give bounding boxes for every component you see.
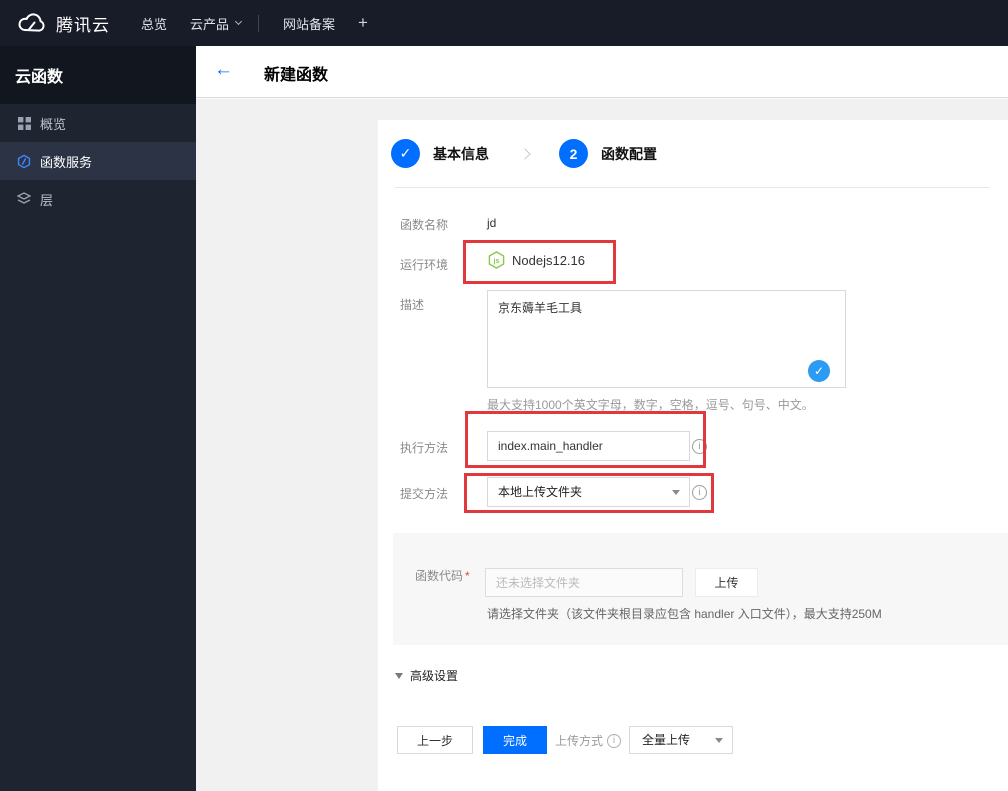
- submit-method-info-icon[interactable]: i: [692, 485, 707, 500]
- sidebar-item-label: 概览: [40, 116, 67, 132]
- upload-mode-select[interactable]: 全量上传: [629, 726, 733, 754]
- upload-button[interactable]: 上传: [695, 568, 758, 597]
- function-name-value: jd: [487, 216, 497, 230]
- upload-mode-info-icon[interactable]: i: [607, 733, 622, 748]
- submit-method-value: 本地上传文件夹: [498, 485, 583, 499]
- nav-cloud-products[interactable]: 云产品: [190, 0, 243, 46]
- page-header: ← 新建函数: [196, 46, 1008, 98]
- sidebar: 云函数 概览 函数服务 层: [0, 46, 196, 791]
- function-name-label: 函数名称: [400, 218, 449, 232]
- description-hint: 最大支持1000个英文字母，数字，空格，逗号、句号、中文。: [487, 398, 814, 412]
- nav-icp-record[interactable]: 网站备案: [283, 0, 335, 46]
- back-button[interactable]: ←: [214, 59, 233, 81]
- previous-step-button[interactable]: 上一步: [397, 726, 473, 754]
- advanced-settings-label: 高级设置: [410, 669, 459, 683]
- triangle-down-icon: [395, 672, 403, 679]
- nodejs-icon: js: [488, 251, 505, 269]
- upload-mode-label-group: 上传方式 i: [555, 732, 622, 749]
- runtime-value-text: Nodejs12.16: [512, 252, 585, 268]
- brand[interactable]: 腾讯云: [16, 0, 110, 46]
- steps-divider: [395, 187, 990, 188]
- sidebar-item-label: 函数服务: [40, 154, 93, 170]
- upload-mode-label: 上传方式: [555, 734, 604, 748]
- tencent-cloud-logo-icon: [18, 12, 45, 32]
- sidebar-title: 云函数: [0, 46, 196, 104]
- select-caret-icon: [672, 490, 680, 495]
- sidebar-item-label: 层: [40, 192, 54, 208]
- required-asterisk: *: [465, 569, 470, 583]
- description-valid-icon: ✓: [808, 360, 830, 382]
- runtime-value: js Nodejs12.16: [488, 251, 585, 269]
- function-code-hint: 请选择文件夹（该文件夹根目录应包含 handler 入口文件），最大支持250M: [487, 607, 882, 621]
- sidebar-item-overview[interactable]: 概览: [0, 104, 196, 142]
- submit-method-select[interactable]: 本地上传文件夹: [487, 477, 690, 507]
- handler-info-icon[interactable]: i: [692, 439, 707, 454]
- description-label: 描述: [400, 298, 425, 312]
- step1-label: 基本信息: [433, 145, 489, 162]
- new-function-card: ✓ 基本信息 2 函数配置 函数名称 jd 运行环境 js Nodejs12.1…: [378, 120, 1008, 791]
- add-product-tab-button[interactable]: +: [358, 0, 368, 46]
- folder-path-input[interactable]: [485, 568, 683, 597]
- wizard-steps: ✓ 基本信息 2 函数配置: [391, 139, 657, 168]
- step-chevron-icon: [519, 147, 531, 160]
- function-code-section: 函数代码* 上传 请选择文件夹（该文件夹根目录应包含 handler 入口文件）…: [393, 533, 1008, 645]
- svg-text:js: js: [493, 257, 500, 265]
- topbar: 腾讯云 总览 云产品 网站备案 +: [0, 0, 1008, 46]
- select-caret-icon: [715, 738, 723, 743]
- function-code-label: 函数代码 *: [415, 567, 470, 584]
- upload-mode-value: 全量上传: [642, 733, 691, 747]
- submit-method-label: 提交方法: [400, 487, 449, 501]
- finish-button[interactable]: 完成: [483, 726, 547, 754]
- brand-name: 腾讯云: [56, 15, 110, 35]
- description-textarea[interactable]: 京东薅羊毛工具: [487, 290, 846, 388]
- function-hexagon-icon: [17, 154, 31, 168]
- step1-check-icon: ✓: [391, 139, 420, 168]
- page: 腾讯云 总览 云产品 网站备案 + 云函数 概览 函数服务 层 ← 新建函数 ✓…: [0, 0, 1008, 791]
- page-title: 新建函数: [264, 67, 329, 84]
- runtime-label: 运行环境: [400, 258, 449, 272]
- sidebar-item-function-service[interactable]: 函数服务: [0, 142, 196, 180]
- handler-input[interactable]: [487, 431, 690, 461]
- nav-overview[interactable]: 总览: [141, 0, 167, 46]
- advanced-settings-toggle[interactable]: 高级设置: [395, 667, 458, 684]
- sidebar-item-layers[interactable]: 层: [0, 180, 196, 218]
- handler-label: 执行方法: [400, 441, 449, 455]
- nav-divider: [258, 15, 259, 32]
- layers-icon: [17, 192, 31, 206]
- step2-number: 2: [559, 139, 588, 168]
- chevron-down-icon: [234, 17, 243, 26]
- nav-cloud-products-label: 云产品: [190, 16, 230, 32]
- step2-label: 函数配置: [601, 145, 657, 162]
- grid-icon: [17, 116, 31, 130]
- function-code-label-text: 函数代码: [415, 569, 464, 583]
